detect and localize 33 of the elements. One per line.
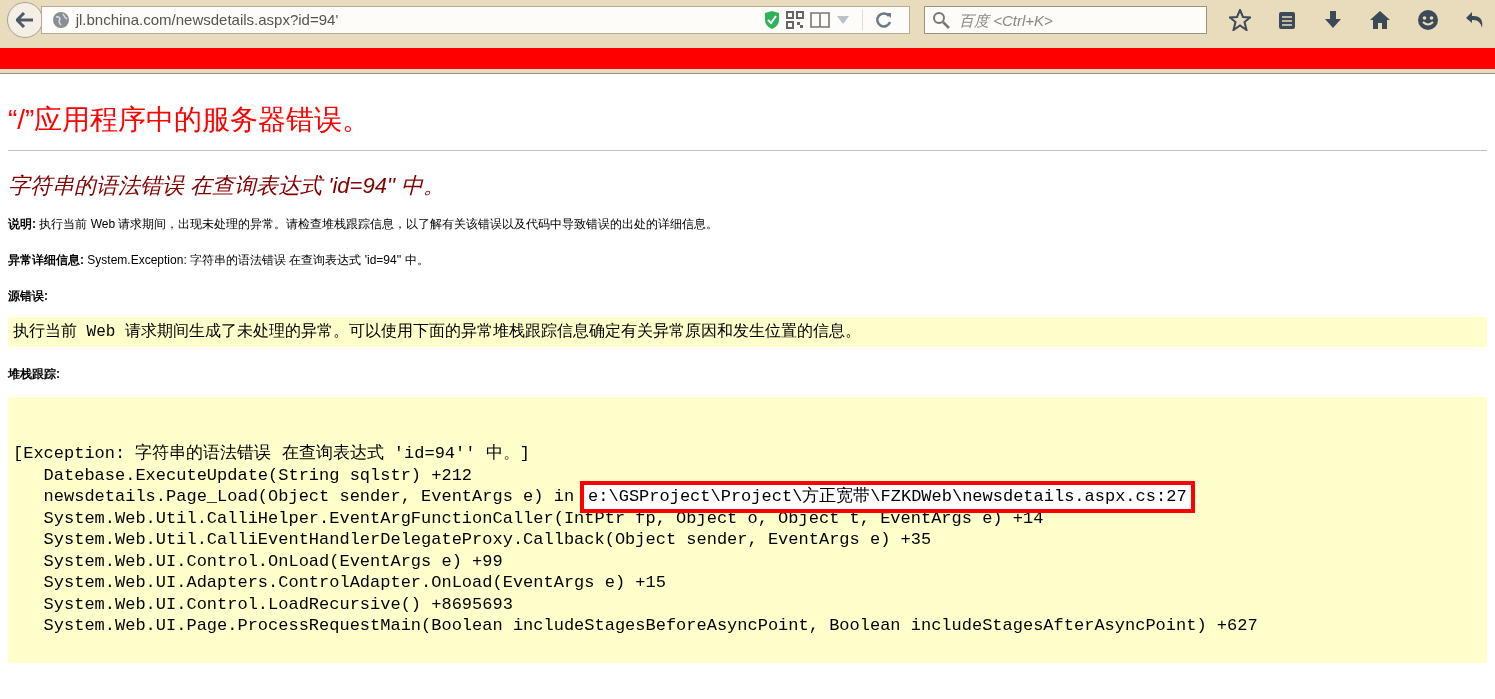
search-icon: [932, 11, 950, 29]
shield-check-icon[interactable]: [764, 11, 780, 29]
back-arrow-icon: [15, 12, 34, 28]
qr-code-icon[interactable]: [786, 11, 804, 29]
stack-trace-line: [Exception: 字符串的语法错误 在查询表达式 'id=94'' 中。]: [13, 443, 530, 465]
list-icon[interactable]: [1277, 10, 1297, 30]
back-button[interactable]: [7, 2, 43, 38]
description-text: 说明: 执行当前 Web 请求期间，出现未处理的异常。请检查堆栈跟踪信息，以了解有关该错误以及代码中导致错误的出处的详细信息。: [8, 216, 720, 233]
stack-trace-line: System.Web.Util.CalliEventHandlerDelegateProxy.Callback(Object sender, EventArgs e) +35: [42, 529, 932, 551]
address-bar[interactable]: jl.bnchina.com/newsdetails.aspx?id=94': [40, 6, 910, 34]
star-icon[interactable]: [1229, 9, 1251, 31]
error-subtitle: 字符串的语法错误 在查询表达式 'id=94'' 中。: [8, 172, 447, 200]
book-icon[interactable]: [810, 12, 830, 28]
page-title: “/”应用程序中的服务器错误。: [8, 74, 1487, 151]
stack-trace-line: System.Web.UI.Page.ProcessRequestMain(Boolean includeStagesBeforeAsyncPoint, Boolean includeStagesAfterAsyncPoint) +627: [42, 615, 1258, 637]
undo-icon[interactable]: [1465, 11, 1485, 29]
source-error-label: 源错误:: [8, 288, 49, 305]
source-error-code: 执行当前 Web 请求期间生成了未处理的异常。可以使用下面的异常堆栈跟踪信息确定有关异常原因和发生位置的信息。: [8, 317, 1487, 347]
stack-trace-line: System.Web.UI.Adapters.ControlAdapter.OnLoad(EventArgs e) +15: [42, 572, 666, 594]
download-icon[interactable]: [1323, 10, 1343, 30]
stack-trace-line: System.Web.UI.Control.LoadRecursive() +8695693: [42, 593, 513, 615]
exception-details-text: 异常详细信息: System.Exception: 字符串的语法错误 在查询表达式 'id=94'' 中。: [8, 252, 430, 269]
stack-trace-label: 堆栈跟踪:: [8, 366, 61, 383]
globe-icon: [51, 11, 70, 29]
url-text: jl.bnchina.com/newsdetails.aspx?id=94': [75, 9, 339, 30]
highlighted-file-path: e:\GSProject\Project\方正宽带\FZKDWeb\newsdetails.aspx.cs:27: [580, 480, 1195, 513]
stack-trace-line: newsdetails.Page_Load(Object sender, EventArgs e) in: [42, 486, 575, 508]
smiley-icon[interactable]: [1417, 9, 1439, 31]
home-icon[interactable]: [1369, 10, 1391, 30]
stack-trace-line: System.Web.UI.Control.OnLoad(EventArgs e) +99: [42, 550, 503, 572]
reload-icon[interactable]: [875, 11, 893, 29]
search-field[interactable]: 百度 <Ctrl+K>: [924, 6, 1207, 34]
stack-trace-line: Datebase.ExecuteUpdate(String sqlstr) +212: [42, 464, 473, 486]
